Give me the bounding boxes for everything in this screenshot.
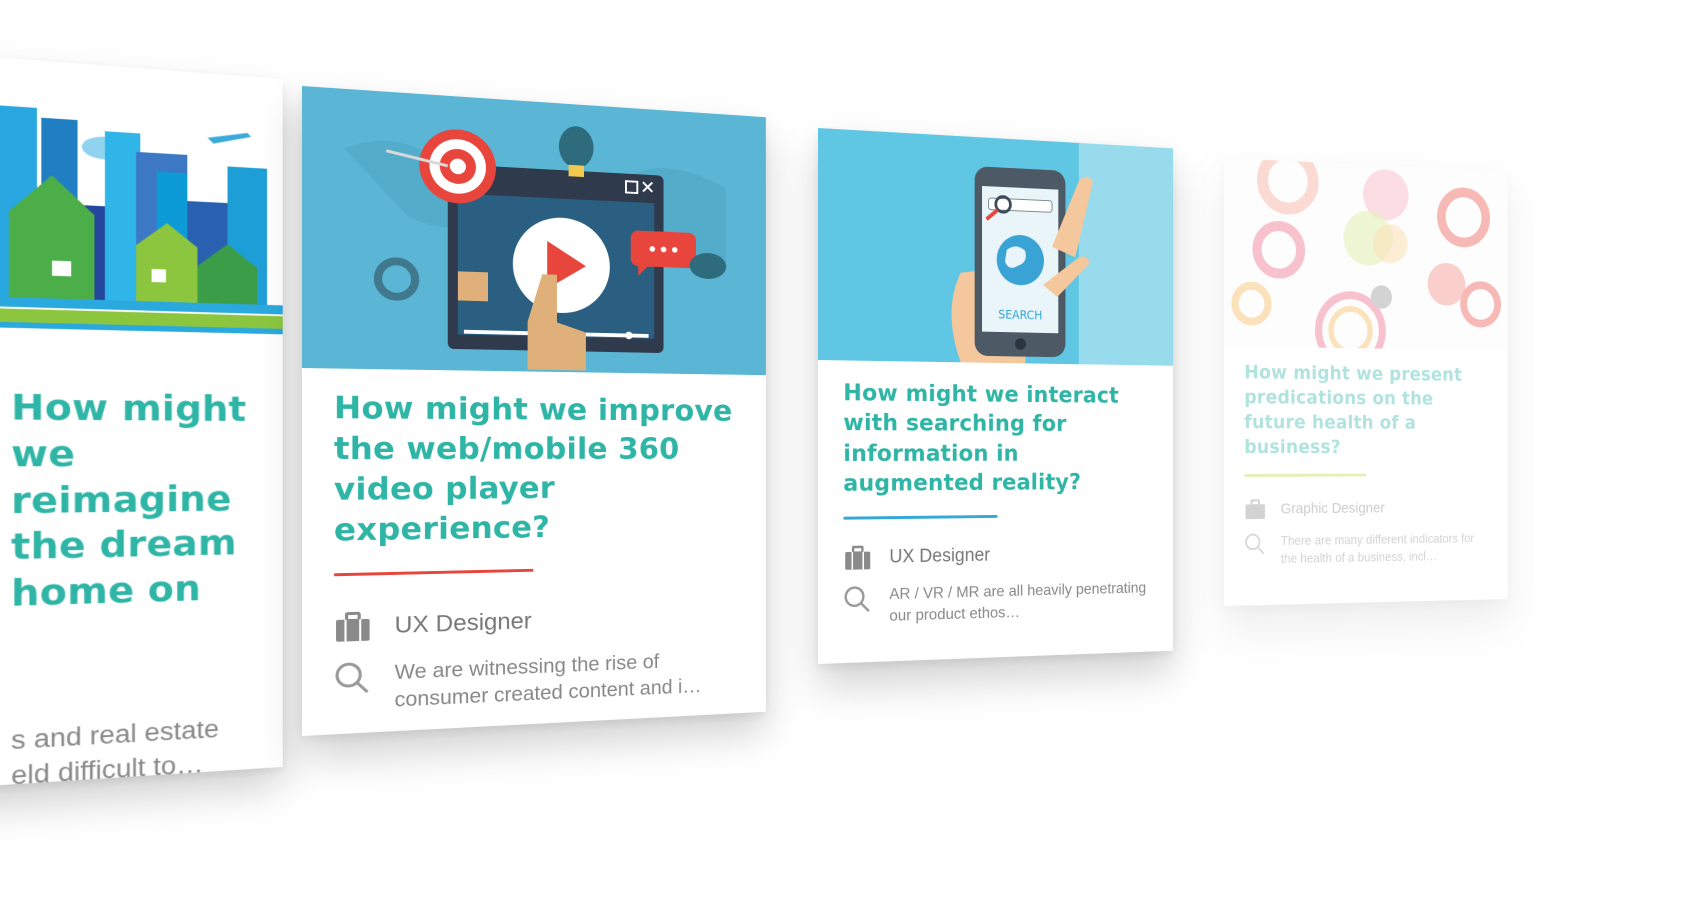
card-role-row: Graphic Designer [1244, 497, 1489, 521]
card-title: How might we interact with searching for… [843, 380, 1119, 497]
search-icon [1244, 533, 1266, 557]
card-title-underline [843, 515, 998, 521]
briefcase-icon [845, 546, 871, 571]
card-description-row: AR / VR / MR are all heavily penetrating… [843, 579, 1150, 629]
card-role: UX Designer [889, 545, 991, 568]
pie-charts-illustration [1224, 158, 1508, 351]
card-description-row: We are witnessing the rise of consumer c… [334, 646, 739, 718]
card-description: AR / VR / MR are all heavily penetrating… [889, 580, 1147, 625]
search-icon [843, 585, 872, 616]
card-image-charts [1224, 158, 1508, 351]
card-description-row: There are many different indicators for … [1244, 530, 1489, 568]
briefcase-icon [1245, 499, 1265, 520]
video-player-illustration [302, 86, 766, 376]
card-role-row: UX Designer [843, 541, 1150, 572]
card-role-row: UX Designer [334, 600, 739, 644]
challenge-card-3[interactable]: SEARCH How might we interact with search… [818, 128, 1174, 664]
card-title-underline [1244, 473, 1367, 478]
search-icon [334, 660, 372, 697]
challenge-card-1[interactable]: How might we reimagine the dream home on… [0, 40, 283, 800]
phone-search-illustration: SEARCH [818, 128, 1174, 366]
card-role: UX Designer [394, 607, 532, 639]
card-description: There are many different indicators for … [1280, 531, 1475, 566]
search-label: SEARCH [998, 308, 1042, 323]
card-image-city [0, 40, 283, 360]
challenge-card-4[interactable]: How might we present predications on the… [1224, 158, 1508, 606]
card-image-search: SEARCH [818, 128, 1174, 366]
carousel: How might we reimagine the dream home on… [0, 0, 1708, 904]
card-title: How might we present predications on the… [1244, 361, 1462, 459]
card-image-video [302, 86, 766, 376]
challenge-card-2[interactable]: How might we improve the web/mobile 360 … [302, 86, 766, 736]
card-title: How might we reimagine the dream home on [11, 387, 247, 615]
card-title: How might we improve the web/mobile 360 … [333, 390, 733, 549]
card-description: s and real estate eld difficult to… [11, 715, 220, 790]
city-skyline-illustration [0, 40, 283, 360]
briefcase-icon [336, 611, 370, 642]
card-role: Graphic Designer [1280, 500, 1385, 518]
card-title-underline [333, 568, 534, 576]
card-description: We are witnessing the rise of consumer c… [394, 650, 702, 712]
